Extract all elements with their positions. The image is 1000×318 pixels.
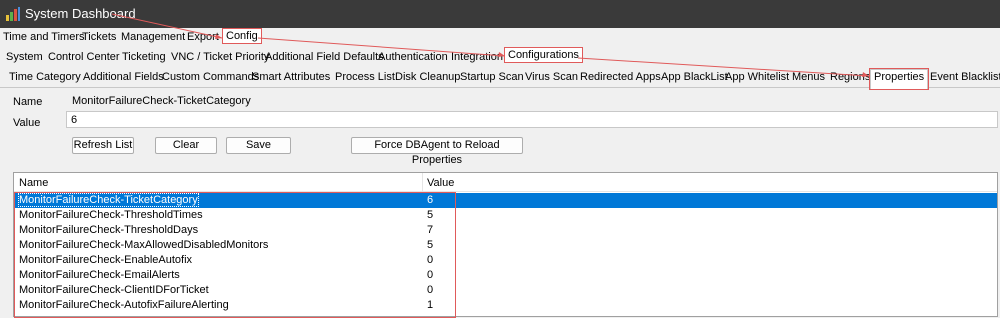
table-row[interactable]: MonitorFailureCheck-MaxAllowedDisabledMo…: [14, 238, 997, 253]
row-value: 6: [427, 194, 434, 206]
row-name: MonitorFailureCheck-ThresholdTimes: [19, 209, 203, 221]
row-name: MonitorFailureCheck-ClientIDForTicket: [19, 284, 209, 296]
row-value: 0: [427, 269, 434, 281]
tab-properties[interactable]: Properties: [868, 68, 930, 90]
menu-tickets[interactable]: Tickets: [82, 31, 116, 43]
tab-process-list[interactable]: Process List: [335, 71, 395, 83]
tab-integration[interactable]: Integration: [451, 51, 503, 63]
menu-config[interactable]: Config: [222, 28, 262, 44]
row-name: MonitorFailureCheck-EnableAutofix: [19, 254, 193, 266]
tab-startup-scan[interactable]: Startup Scan: [460, 71, 524, 83]
tab-app-blacklist[interactable]: App BlackList: [661, 71, 728, 83]
value-label: Value: [13, 117, 41, 129]
tab-ticketing[interactable]: Ticketing: [122, 51, 166, 63]
tab-additional-fields[interactable]: Additional Fields: [83, 71, 164, 83]
app-icon: [6, 7, 20, 21]
tab-authentication[interactable]: Authentication: [378, 51, 448, 63]
tab-time-category[interactable]: Time Category: [9, 71, 81, 83]
menu-export[interactable]: Export: [187, 31, 219, 43]
list-header: Name Value: [14, 173, 997, 192]
refresh-list-button[interactable]: Refresh List: [72, 137, 134, 154]
tab-menus[interactable]: Menus: [792, 71, 825, 83]
table-row[interactable]: MonitorFailureCheck-ThresholdDays 7: [14, 223, 997, 238]
row-name: MonitorFailureCheck-ThresholdDays: [19, 224, 199, 236]
name-value[interactable]: MonitorFailureCheck-TicketCategory: [72, 95, 251, 107]
table-row[interactable]: MonitorFailureCheck-ThresholdTimes 5: [14, 208, 997, 223]
sub-tab-row: Time Category Additional Fields Custom C…: [0, 67, 1000, 90]
force-reload-button[interactable]: Force DBAgent to Reload Properties: [351, 137, 523, 166]
config-tab-row: System Control Center Ticketing VNC / Ti…: [0, 47, 1000, 68]
tab-additional-field-defaults[interactable]: Additional Field Defaults: [265, 51, 384, 63]
table-row[interactable]: MonitorFailureCheck-TicketCategory 6: [14, 193, 997, 208]
tab-disk-cleanup[interactable]: Disk Cleanup: [395, 71, 460, 83]
tab-configurations[interactable]: Configurations: [504, 47, 583, 63]
tab-redirected-apps[interactable]: Redirected Apps: [580, 71, 661, 83]
value-field[interactable]: 6: [66, 111, 998, 128]
column-header-value[interactable]: Value: [427, 177, 454, 189]
row-name: MonitorFailureCheck-EmailAlerts: [19, 269, 180, 281]
clear-button[interactable]: Clear: [155, 137, 217, 154]
row-value: 5: [427, 209, 434, 221]
tab-virus-scan[interactable]: Virus Scan: [525, 71, 578, 83]
tab-custom-commands[interactable]: Custom Commands: [162, 71, 259, 83]
name-label: Name: [13, 96, 43, 108]
properties-list[interactable]: Name Value MonitorFailureCheck-TicketCat…: [13, 172, 998, 317]
tab-smart-attributes[interactable]: Smart Attributes: [252, 71, 330, 83]
menu-time-and-timers[interactable]: Time and Timers: [3, 31, 85, 43]
table-row[interactable]: MonitorFailureCheck-AutofixFailureAlerti…: [14, 298, 997, 313]
row-value: 7: [427, 224, 434, 236]
table-row[interactable]: MonitorFailureCheck-EmailAlerts 0: [14, 268, 997, 283]
menu-management[interactable]: Management: [121, 31, 185, 43]
row-value: 5: [427, 239, 434, 251]
column-separator: [422, 173, 423, 191]
tab-control-center[interactable]: Control Center: [48, 51, 120, 63]
row-name: MonitorFailureCheck-TicketCategory: [18, 193, 199, 207]
column-header-name[interactable]: Name: [19, 177, 48, 189]
tab-regions[interactable]: Regions: [830, 71, 870, 83]
tab-app-whitelist[interactable]: App Whitelist: [725, 71, 789, 83]
row-name: MonitorFailureCheck-AutofixFailureAlerti…: [19, 299, 229, 311]
menu-bar: Time and Timers Tickets Management Expor…: [0, 28, 1000, 46]
row-name: MonitorFailureCheck-MaxAllowedDisabledMo…: [19, 239, 269, 251]
title-bar: System Dashboard: [0, 0, 1000, 28]
table-row[interactable]: MonitorFailureCheck-ClientIDForTicket 0: [14, 283, 997, 298]
tab-event-blacklist[interactable]: Event Blacklist: [930, 71, 1000, 83]
row-value: 0: [427, 284, 434, 296]
save-button[interactable]: Save: [226, 137, 291, 154]
tab-vnc-ticket-priority[interactable]: VNC / Ticket Priority: [171, 51, 269, 63]
table-row[interactable]: MonitorFailureCheck-EnableAutofix 0: [14, 253, 997, 268]
row-value: 1: [427, 299, 434, 311]
window-title: System Dashboard: [25, 6, 136, 21]
tab-system[interactable]: System: [6, 51, 43, 63]
row-value: 0: [427, 254, 434, 266]
